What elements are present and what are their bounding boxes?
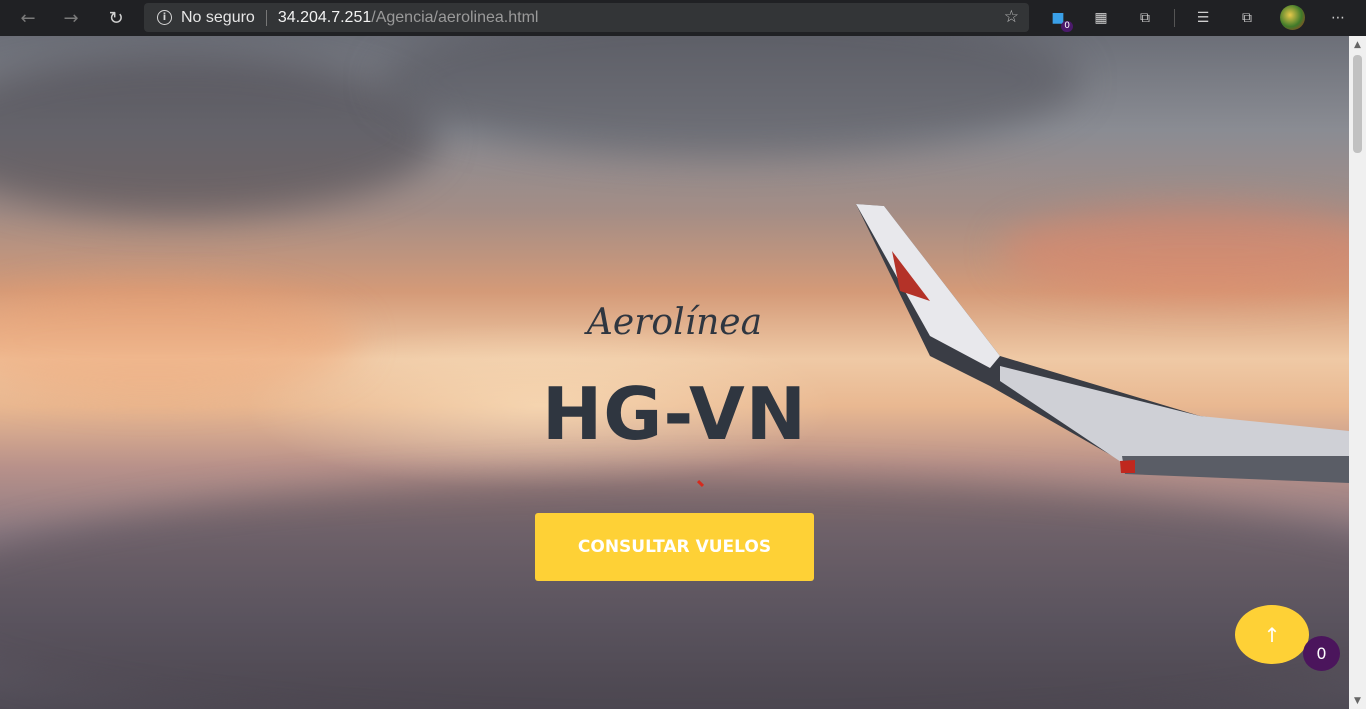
scroll-down-icon[interactable]: ▼: [1349, 692, 1366, 709]
toolbar-divider: [1174, 9, 1175, 27]
scroll-top-button[interactable]: ↑: [1235, 605, 1309, 664]
document-icon: ▦: [1094, 10, 1108, 26]
forward-button[interactable]: →: [49, 0, 93, 36]
url-host: 34.204.7.251: [277, 8, 372, 26]
favorite-star-icon[interactable]: ☆: [1004, 7, 1019, 27]
collections-button[interactable]: ⧉: [1236, 7, 1258, 29]
hero-title: HG-VN: [542, 372, 807, 456]
arrow-left-icon: ←: [20, 7, 36, 29]
arrow-right-icon: →: [63, 7, 79, 29]
more-menu-button[interactable]: ⋯: [1327, 7, 1349, 29]
profile-avatar[interactable]: [1280, 5, 1305, 30]
reader-extension-button[interactable]: ▦: [1090, 7, 1112, 29]
refresh-button[interactable]: ↻: [94, 0, 138, 36]
favorites-list-icon: ☰: [1196, 10, 1210, 26]
collections-icon: ⧉: [1242, 10, 1252, 26]
browser-toolbar: ← → ↻ i No seguro 34.204.7.251/Agencia/a…: [0, 0, 1366, 36]
address-bar[interactable]: i No seguro 34.204.7.251/Agencia/aerolin…: [144, 3, 1029, 32]
hero-section: Aerolínea HG-VN CONSULTAR VUELOS ↑ 0: [0, 36, 1349, 709]
info-icon[interactable]: i: [157, 10, 172, 25]
address-divider: [265, 9, 267, 26]
counter-badge[interactable]: 0: [1303, 636, 1340, 671]
refresh-icon: ↻: [108, 7, 124, 29]
scrollbar-thumb[interactable]: [1353, 55, 1362, 153]
more-icon: ⋯: [1331, 10, 1345, 26]
scroll-up-icon[interactable]: ▲: [1349, 36, 1366, 53]
extension-badge: 0: [1061, 21, 1073, 32]
url-path: /Agencia/aerolinea.html: [371, 8, 539, 26]
copy-extension-button[interactable]: ⧉: [1134, 7, 1156, 29]
consult-flights-button[interactable]: CONSULTAR VUELOS: [535, 513, 814, 581]
page-scrollbar[interactable]: ▲ ▼: [1349, 36, 1366, 709]
extension-button[interactable]: ■ 0: [1047, 7, 1073, 32]
arrow-up-icon: ↑: [1263, 622, 1281, 647]
hero-subtitle: Aerolínea: [586, 302, 763, 343]
back-button[interactable]: ←: [6, 0, 50, 36]
copy-icon: ⧉: [1140, 10, 1150, 26]
security-label: No seguro: [181, 8, 255, 26]
favorites-button[interactable]: ☰: [1192, 7, 1214, 29]
